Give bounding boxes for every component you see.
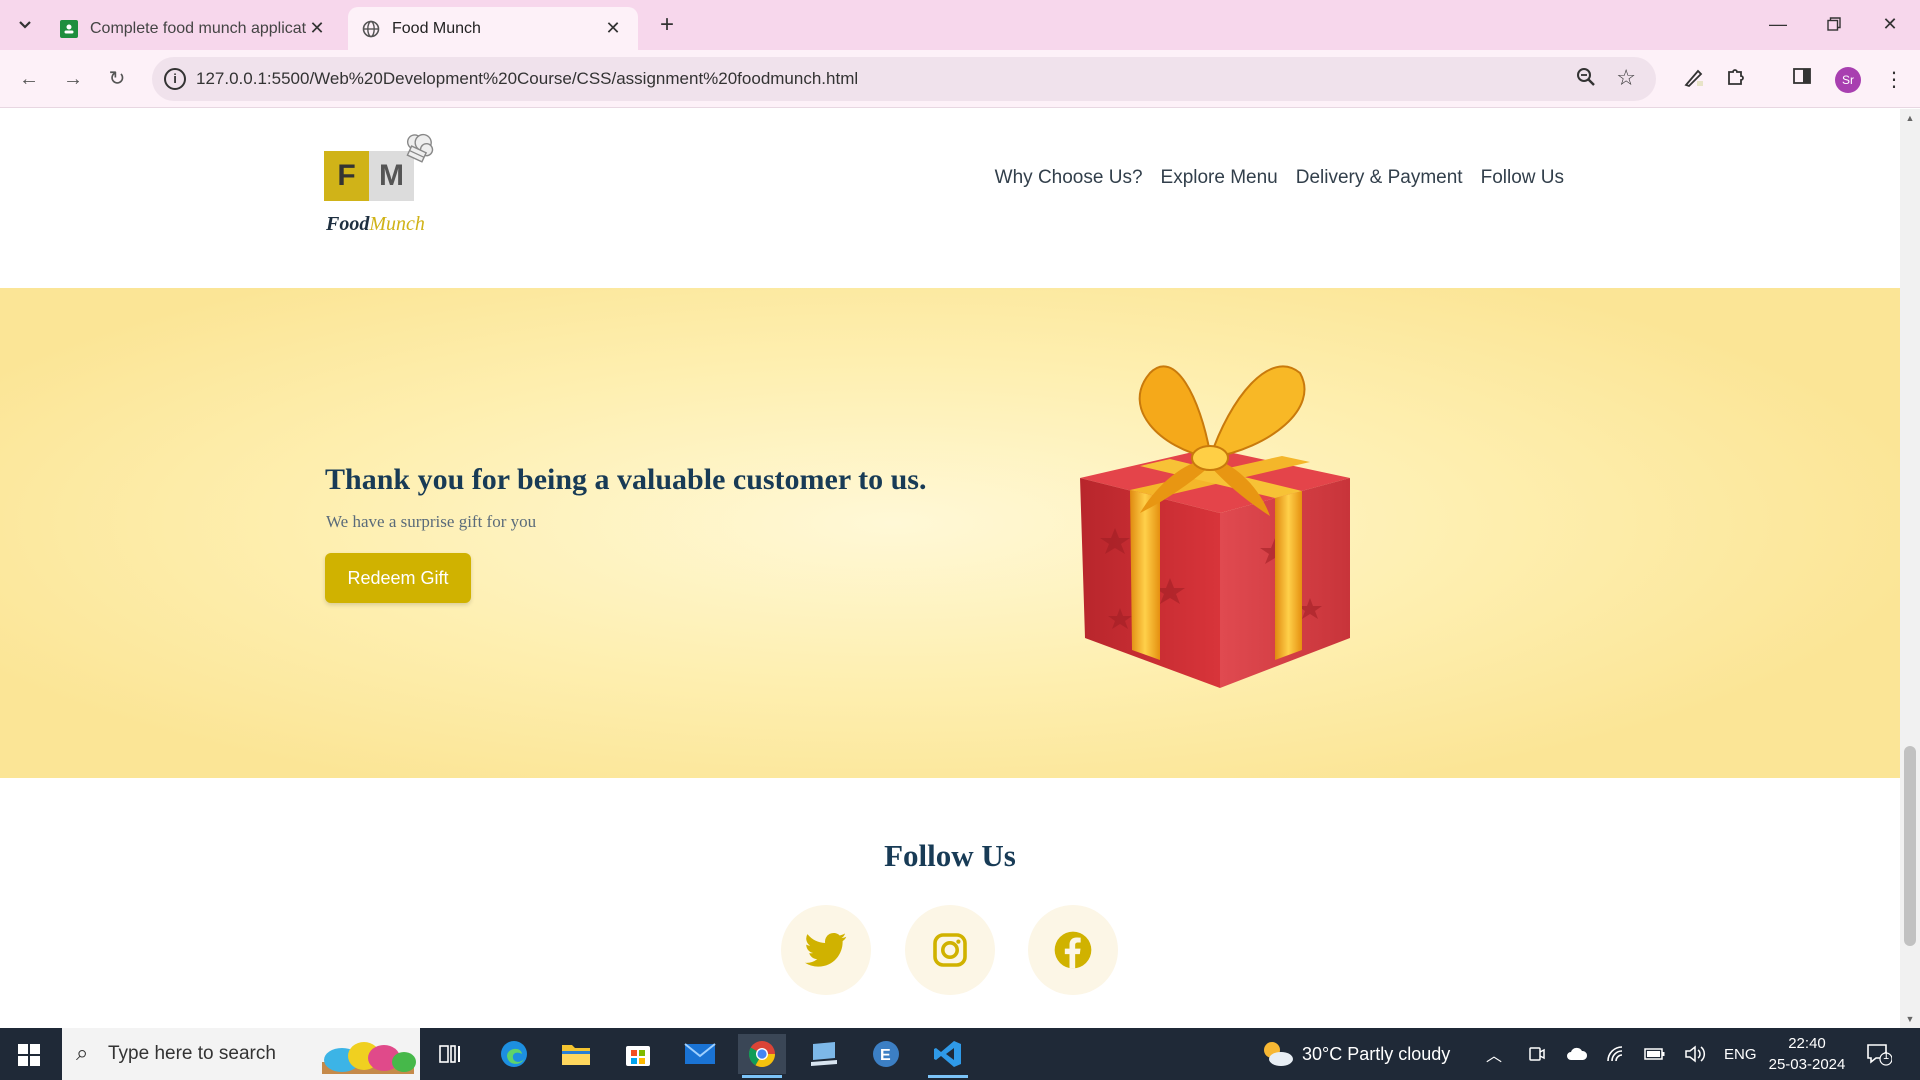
- nav-delivery-payment[interactable]: Delivery & Payment: [1296, 167, 1463, 189]
- bookmark-star-icon[interactable]: ☆: [1616, 65, 1636, 91]
- back-arrow-icon[interactable]: ←: [14, 64, 44, 94]
- weather-text: 30°C Partly cloudy: [1302, 1043, 1451, 1064]
- show-hidden-icons-chevron-icon[interactable]: ︿: [1486, 1028, 1502, 1080]
- wifi-icon[interactable]: [1606, 1028, 1626, 1080]
- food-munch-logo[interactable]: F M FoodMunch: [324, 131, 436, 241]
- tab-title: Complete food munch applicat: [90, 19, 306, 37]
- volume-icon[interactable]: [1684, 1028, 1706, 1080]
- reload-icon[interactable]: ↻: [102, 64, 132, 94]
- scrollbar-thumb[interactable]: [1904, 746, 1916, 946]
- gift-box-image: [1080, 365, 1350, 688]
- url-text[interactable]: 127.0.0.1:5500/Web%20Development%20Cours…: [196, 69, 858, 89]
- close-window-icon[interactable]: ✕: [1870, 8, 1910, 40]
- thank-you-section: Thank you for being a valuable customer …: [0, 288, 1900, 778]
- redeem-gift-button[interactable]: Redeem Gift: [325, 553, 471, 603]
- tab-close-icon[interactable]: ✕: [602, 18, 624, 39]
- mail-icon[interactable]: [676, 1034, 724, 1074]
- follow-us-heading: Follow Us: [884, 838, 1016, 873]
- browser-tab-bar: Complete food munch applicat ✕ Food Munc…: [0, 0, 1920, 50]
- edge-browser-icon[interactable]: [490, 1034, 538, 1074]
- pen-extension-icon[interactable]: [1680, 66, 1708, 94]
- partly-cloudy-icon: [1264, 1042, 1293, 1066]
- site-info-icon[interactable]: i: [164, 68, 186, 90]
- logo-word-food: Food: [326, 213, 370, 235]
- forward-arrow-icon[interactable]: →: [58, 64, 88, 94]
- logo-letter-f: F: [324, 151, 369, 201]
- windows-taskbar: ⌕ Type here to search E 30°C Partly clou…: [0, 1028, 1920, 1080]
- chrome-icon[interactable]: [738, 1034, 786, 1078]
- search-placeholder: Type here to search: [108, 1043, 276, 1064]
- scroll-up-arrow-icon[interactable]: ▲: [1900, 113, 1920, 123]
- language-indicator[interactable]: ENG: [1724, 1028, 1757, 1080]
- address-bar[interactable]: i 127.0.0.1:5500/Web%20Development%20Cou…: [152, 57, 1656, 101]
- clock-time: 22:40: [1788, 1035, 1826, 1052]
- restore-window-icon[interactable]: [1814, 8, 1854, 40]
- follow-us-section: Follow Us: [0, 778, 1900, 1028]
- site-header: F M FoodMunch Why Choose Us? Explore Men…: [0, 109, 1900, 288]
- browser-toolbar: ← → ↻ i 127.0.0.1:5500/Web%20Development…: [0, 50, 1920, 108]
- page-viewport: F M FoodMunch Why Choose Us? Explore Men…: [0, 109, 1900, 1028]
- instagram-icon: [933, 933, 967, 967]
- vscode-icon[interactable]: [924, 1034, 972, 1078]
- file-explorer-icon[interactable]: [552, 1034, 600, 1074]
- meet-now-icon[interactable]: [1528, 1028, 1546, 1080]
- logo-wordmark: FoodMunch: [326, 213, 425, 236]
- tab-food-munch[interactable]: Food Munch ✕: [348, 7, 638, 50]
- chef-hat-icon: [406, 133, 434, 163]
- twitter-icon: [805, 932, 847, 967]
- globe-icon: [362, 20, 380, 37]
- main-nav: Why Choose Us? Explore Menu Delivery & P…: [977, 167, 1564, 189]
- microsoft-store-icon[interactable]: [614, 1034, 662, 1074]
- extensions-puzzle-icon[interactable]: [1722, 66, 1750, 94]
- notification-count: 1: [1883, 1050, 1890, 1062]
- minimize-icon[interactable]: —: [1758, 8, 1798, 40]
- nav-why-choose-us[interactable]: Why Choose Us?: [995, 167, 1143, 189]
- side-panel-icon[interactable]: [1788, 66, 1816, 94]
- scroll-down-arrow-icon[interactable]: ▼: [1900, 1014, 1920, 1024]
- notification-center-icon[interactable]: 1: [1866, 1028, 1892, 1080]
- google-classroom-icon: [60, 19, 78, 38]
- browser-menu-icon[interactable]: ⋮: [1880, 66, 1908, 94]
- twitter-link[interactable]: [781, 905, 871, 995]
- taskbar-search-box[interactable]: ⌕ Type here to search: [62, 1028, 420, 1080]
- windows-start-icon[interactable]: [18, 1044, 40, 1071]
- search-icon: ⌕: [76, 1040, 89, 1065]
- weather-widget[interactable]: 30°C Partly cloudy: [1260, 1028, 1450, 1080]
- profile-avatar[interactable]: Sr: [1835, 67, 1861, 93]
- nav-follow-us[interactable]: Follow Us: [1481, 167, 1564, 189]
- svg-text:E: E: [880, 1047, 891, 1064]
- tab-search-chevron-icon[interactable]: [12, 10, 38, 40]
- logo-word-munch: Munch: [369, 213, 425, 235]
- nav-explore-menu[interactable]: Explore Menu: [1161, 167, 1278, 189]
- battery-icon[interactable]: [1644, 1028, 1666, 1080]
- remote-desktop-icon[interactable]: [800, 1034, 848, 1074]
- clock-date: 25-03-2024: [1768, 1056, 1846, 1073]
- page-scrollbar[interactable]: ▲ ▼: [1900, 109, 1920, 1028]
- new-tab-plus-icon[interactable]: +: [652, 10, 682, 40]
- onedrive-cloud-icon[interactable]: [1566, 1028, 1588, 1080]
- tab-title: Food Munch: [392, 19, 481, 37]
- facebook-link[interactable]: [1028, 905, 1118, 995]
- tab-close-icon[interactable]: ✕: [306, 18, 328, 39]
- thank-you-subtext: We have a surprise gift for you: [326, 512, 537, 531]
- tab-food-munch-application[interactable]: Complete food munch applicat ✕: [46, 7, 342, 50]
- thank-you-heading: Thank you for being a valuable customer …: [325, 463, 927, 496]
- instagram-link[interactable]: [905, 905, 995, 995]
- holi-colors-search-highlight-icon: [322, 1042, 416, 1074]
- e-app-icon[interactable]: E: [862, 1034, 910, 1074]
- facebook-icon: [1054, 931, 1092, 969]
- taskbar-clock[interactable]: 22:40 25-03-2024: [1762, 1033, 1852, 1075]
- zoom-icon[interactable]: [1576, 67, 1596, 93]
- task-view-icon[interactable]: [426, 1034, 474, 1074]
